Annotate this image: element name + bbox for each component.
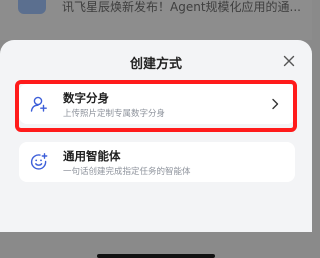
notification-text: 讯飞星辰焕新发布！Agent规模化应用的通...	[62, 0, 301, 14]
chevron-right-icon	[272, 98, 279, 110]
home-indicator[interactable]	[97, 254, 215, 258]
option-title: 数字分身	[63, 91, 109, 105]
close-icon	[283, 55, 295, 67]
option-subtitle: 一句话创建完成指定任务的智能体	[63, 167, 191, 177]
option-digital-avatar[interactable]: 数字分身 上传照片定制专属数字分身	[19, 84, 295, 124]
option-subtitle: 上传照片定制专属数字分身	[63, 109, 166, 119]
person-add-icon	[30, 96, 47, 112]
sheet-title: 创建方式	[129, 57, 182, 72]
bottom-sheet: 创建方式 数字分身 上传照片定制专属数字分身 通用智能体 一句话创建完成指定任务…	[0, 40, 312, 258]
smiley-plus-icon	[30, 153, 48, 170]
close-button[interactable]	[279, 51, 299, 71]
option-general-agent[interactable]: 通用智能体 一句话创建完成指定任务的智能体	[19, 142, 295, 182]
option-title: 通用智能体	[63, 149, 121, 163]
background-app-content: 讯飞星辰焕新发布！Agent规模化应用的通...	[0, 0, 312, 40]
app-icon	[18, 0, 46, 14]
